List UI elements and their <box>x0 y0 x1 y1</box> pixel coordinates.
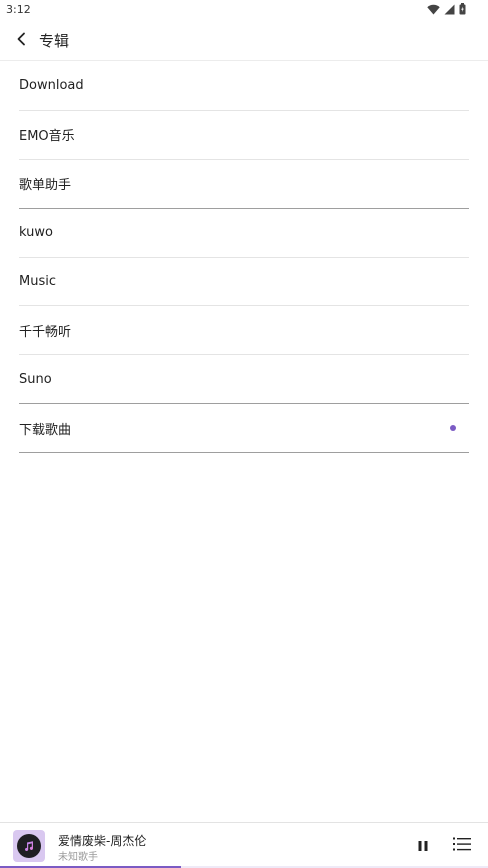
status-icons <box>427 3 466 15</box>
battery-icon <box>459 3 466 15</box>
app-bar: 专辑 <box>0 20 488 61</box>
wifi-icon <box>427 4 440 15</box>
album-item-download[interactable]: Download <box>19 62 469 111</box>
album-item-qianqian[interactable]: 千千畅听 <box>19 306 469 356</box>
album-item-label: 下载歌曲 <box>19 422 72 438</box>
mini-player: 爱情废柴-周杰伦 未知歌手 <box>0 822 488 868</box>
album-item-label: EMO音乐 <box>19 129 75 145</box>
album-item-label: Download <box>19 78 84 94</box>
playlist-button[interactable] <box>451 836 473 856</box>
album-item-music[interactable]: Music <box>19 258 469 307</box>
cellular-signal-icon <box>444 4 455 15</box>
album-item-label: 歌单助手 <box>19 178 72 194</box>
album-item-label: Suno <box>19 371 52 387</box>
album-item-label: kuwo <box>19 225 53 241</box>
track-title: 爱情废柴-周杰伦 <box>58 834 147 848</box>
album-cover[interactable] <box>13 830 45 862</box>
album-item-suno[interactable]: Suno <box>19 355 469 405</box>
album-item-playlist-helper[interactable]: 歌单助手 <box>19 160 469 209</box>
selected-indicator-dot <box>450 425 456 432</box>
status-time: 3:12 <box>6 3 31 16</box>
page-title: 专辑 <box>39 32 70 50</box>
back-button[interactable] <box>8 26 34 54</box>
album-item-kuwo[interactable]: kuwo <box>19 209 469 258</box>
pause-button[interactable] <box>412 836 434 856</box>
album-item-label: Music <box>19 274 56 289</box>
track-artist: 未知歌手 <box>58 852 98 863</box>
album-item-label: 千千畅听 <box>19 324 72 340</box>
status-bar: 3:12 <box>0 0 488 20</box>
chevron-left-icon <box>16 31 26 50</box>
album-list: Download EMO音乐 歌单助手 kuwo Music 千千畅听 Suno… <box>19 62 469 454</box>
music-note-icon <box>17 834 41 858</box>
playlist-icon <box>452 836 472 856</box>
pause-icon <box>417 837 429 856</box>
album-item-downloaded-songs[interactable]: 下载歌曲 <box>19 404 469 454</box>
album-item-emo-music[interactable]: EMO音乐 <box>19 111 469 160</box>
